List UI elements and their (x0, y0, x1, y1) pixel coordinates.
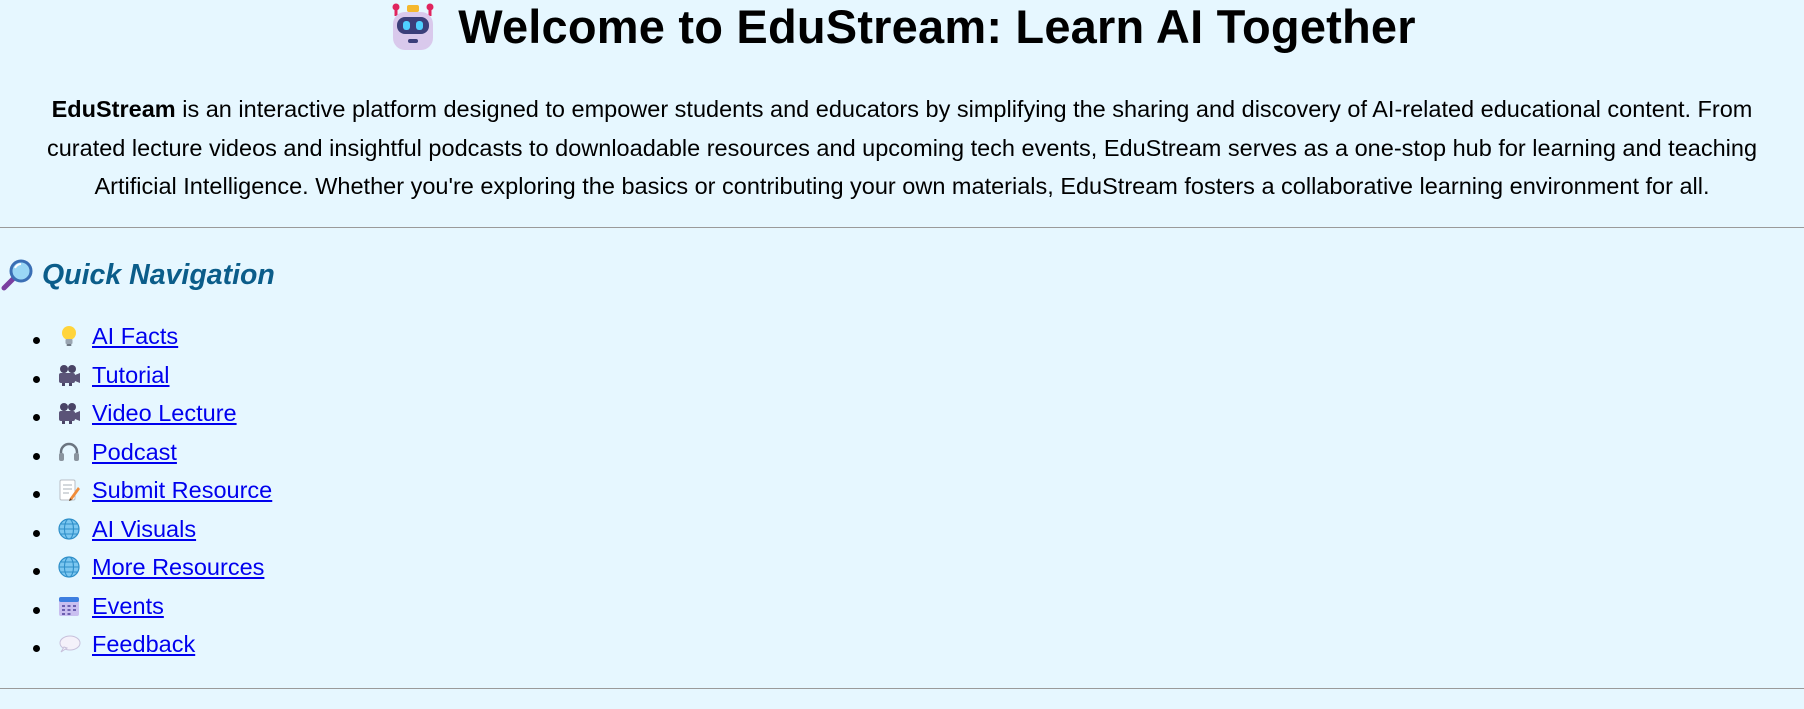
nav-link-submit-resource[interactable]: Submit Resource (54, 471, 272, 510)
nav-item-ai-visuals: AI Visuals (54, 510, 272, 549)
nav-label-events: Events (92, 592, 164, 619)
nav-item-podcast: Podcast (54, 433, 272, 472)
lightbulb-icon (62, 326, 76, 347)
divider-bottom (0, 688, 1804, 689)
globe-icon (58, 556, 80, 578)
movie-camera-icon (59, 364, 80, 386)
memo-icon (59, 479, 80, 502)
nav-link-tutorial[interactable]: Tutorial (54, 356, 170, 395)
nav-label-ai-visuals: AI Visuals (92, 515, 197, 542)
divider-top (0, 227, 1804, 228)
nav-link-more-resources[interactable]: More Resources (54, 548, 264, 587)
nav-link-ai-visuals[interactable]: AI Visuals (54, 510, 196, 549)
globe-icon (58, 518, 80, 540)
nav-label-ai-facts: AI Facts (92, 323, 179, 349)
quick-navigation-list: AI Facts Tutorial (0, 317, 272, 664)
nav-item-tutorial: Tutorial (54, 356, 272, 395)
nav-label-more-resources: More Resources (92, 554, 265, 580)
nav-link-video-lecture[interactable]: Video Lecture (54, 394, 237, 433)
robot-icon (392, 3, 434, 50)
calendar-icon (59, 596, 79, 616)
nav-label-feedback: Feedback (92, 631, 196, 657)
intro-text: is an interactive platform designed to e… (46, 96, 1758, 199)
nav-label-video-lecture: Video Lecture (92, 400, 237, 426)
page-title: Welcome to EduStream: Learn AI Together (458, 0, 1416, 53)
nav-item-feedback: Feedback (54, 625, 272, 664)
quick-navigation-heading: Quick Navigation (0, 258, 275, 292)
magnifier-icon (1, 259, 33, 291)
nav-label-submit-resource: Submit Resource (92, 477, 273, 503)
quick-navigation-label: Quick Navigation (42, 258, 275, 291)
nav-link-podcast[interactable]: Podcast (54, 433, 177, 472)
nav-item-events: Events (54, 587, 272, 626)
brand-name: EduStream (51, 96, 176, 122)
nav-item-submit-resource: Submit Resource (54, 471, 272, 510)
intro-paragraph: EduStream is an interactive platform des… (28, 90, 1776, 206)
nav-item-more-resources: More Resources (54, 548, 272, 587)
nav-label-podcast: Podcast (92, 438, 177, 465)
nav-label-tutorial: Tutorial (92, 361, 170, 388)
nav-link-feedback[interactable]: Feedback (54, 625, 195, 664)
nav-item-ai-facts: AI Facts (54, 317, 272, 356)
speech-balloon-icon (59, 635, 81, 653)
nav-link-events[interactable]: Events (54, 587, 164, 626)
nav-link-ai-facts[interactable]: AI Facts (54, 317, 178, 356)
movie-camera-icon (59, 403, 80, 425)
headphones-icon (59, 442, 79, 461)
page: Welcome to EduStream: Learn AI Together … (0, 0, 1804, 709)
page-header: Welcome to EduStream: Learn AI Together (0, 0, 1804, 54)
nav-item-video-lecture: Video Lecture (54, 394, 272, 433)
